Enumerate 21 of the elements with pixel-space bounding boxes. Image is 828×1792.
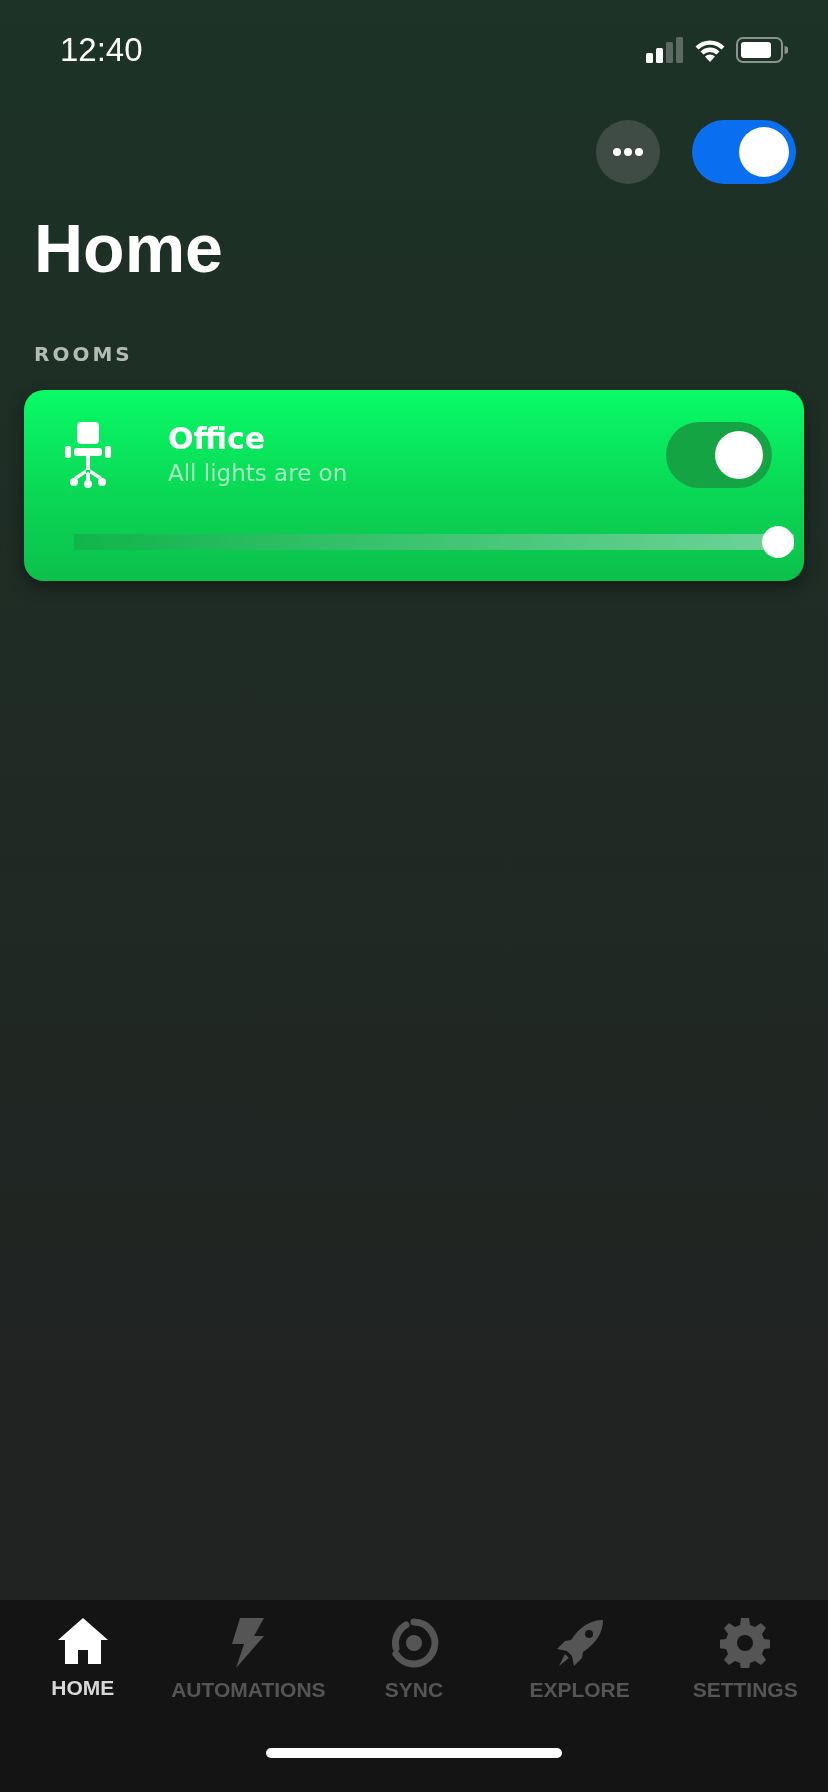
- house-icon: [57, 1618, 108, 1666]
- status-time: 12:40: [60, 31, 143, 69]
- slider-thumb[interactable]: [762, 526, 794, 558]
- more-icon: [613, 148, 643, 156]
- sync-icon: [389, 1618, 439, 1668]
- room-name: Office: [168, 421, 266, 457]
- tab[interactable]: EXPLORE: [499, 1618, 660, 1748]
- tab[interactable]: SETTINGS: [665, 1618, 826, 1748]
- tab[interactable]: HOME: [2, 1618, 163, 1748]
- room-card[interactable]: Office All lights are on: [24, 390, 804, 581]
- room-status: All lights are on: [168, 459, 348, 488]
- settings-icon: [720, 1618, 771, 1668]
- lightning-icon: [230, 1618, 267, 1668]
- tab[interactable]: AUTOMATIONS: [168, 1618, 329, 1748]
- battery-icon: [736, 37, 788, 63]
- chair-icon: [64, 422, 112, 488]
- tab[interactable]: SYNC: [334, 1618, 494, 1748]
- section-heading: ROOMS: [34, 342, 133, 366]
- signal-icon: [646, 37, 684, 63]
- page-title: Home: [34, 209, 223, 288]
- wifi-icon: [694, 38, 726, 62]
